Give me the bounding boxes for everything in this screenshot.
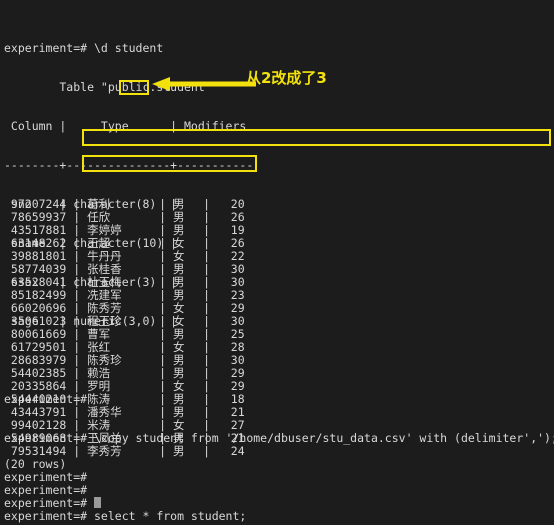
cell-sno: 97207244 | bbox=[4, 197, 88, 211]
cell-sage: | 19 bbox=[203, 223, 245, 237]
table-row: 79531494 | 李秀芳 | 男 | 24 bbox=[4, 445, 554, 458]
cell-sno: 66020696 | bbox=[4, 301, 88, 315]
terminal-line-describe-command: experiment=# \d student bbox=[4, 41, 164, 55]
cell-sno: 54402385 | bbox=[4, 366, 88, 380]
cell-sage: | 24 bbox=[203, 444, 245, 458]
cell-sno: 43517881 | bbox=[4, 223, 88, 237]
cell-sage: | 21 bbox=[203, 405, 245, 419]
terminal-line-schema-header: Column | Type | Modifiers bbox=[4, 119, 254, 133]
cell-sage: | 18 bbox=[203, 392, 245, 406]
cell-sage: | 30 bbox=[203, 275, 245, 289]
cell-sno: 61729501 | bbox=[4, 340, 88, 354]
cell-sage: | 26 bbox=[203, 210, 245, 224]
cell-sno: 63148262 | bbox=[4, 236, 88, 250]
terminal-prompt-active[interactable]: experiment=# bbox=[4, 497, 554, 510]
cell-sage: | 29 bbox=[203, 301, 245, 315]
cell-sno: 43443791 | bbox=[4, 405, 88, 419]
cell-sname: 李秀芳 bbox=[87, 444, 122, 458]
cell-sage: | 23 bbox=[203, 288, 245, 302]
cell-sage: | 30 bbox=[203, 314, 245, 328]
cell-sage: | 26 bbox=[203, 236, 245, 250]
cell-sno: 35061023 | bbox=[4, 314, 88, 328]
cell-sno: 58774039 | bbox=[4, 262, 88, 276]
annotation-arrow-icon bbox=[152, 77, 256, 91]
result-rows-area: 97207244 | 葛利 | 男 | 20 78659937 | 任欣 | 男 | 2… bbox=[4, 198, 554, 510]
annotation-label: 从2改成了3 bbox=[246, 69, 327, 87]
cell-sage: | 21 bbox=[203, 431, 245, 445]
cell-sno: 39881801 | bbox=[4, 249, 88, 263]
cell-sage: | 25 bbox=[203, 327, 245, 341]
cell-sage: | 22 bbox=[203, 249, 245, 263]
cell-sno: 78659937 | bbox=[4, 210, 88, 224]
cell-sno: 54440210 | bbox=[4, 392, 88, 406]
text-cursor bbox=[94, 497, 102, 508]
cell-sage: | 30 bbox=[203, 262, 245, 276]
result-row-count: (20 rows) bbox=[4, 457, 67, 471]
cell-sno: 20335864 | bbox=[4, 379, 88, 393]
cell-sage: | 29 bbox=[203, 379, 245, 393]
cell-sno: 79531494 | bbox=[4, 444, 88, 458]
cell-sno: 28683979 | bbox=[4, 353, 88, 367]
terminal-line-select-command: experiment=# select * from student; bbox=[4, 509, 247, 523]
cell-sage: | 20 bbox=[203, 197, 245, 211]
cell-sage: | 29 bbox=[203, 366, 245, 380]
terminal-window[interactable]: experiment=# \d student Table "public.st… bbox=[0, 0, 554, 525]
cell-sno: 85182499 | bbox=[4, 288, 88, 302]
cell-sno: 63528041 | bbox=[4, 275, 88, 289]
cell-sno: 99402128 | bbox=[4, 418, 88, 432]
cell-sage: | 28 bbox=[203, 340, 245, 354]
cell-sage: | 30 bbox=[203, 353, 245, 367]
cell-ssex: | 男 bbox=[159, 444, 185, 458]
cell-sage: | 27 bbox=[203, 418, 245, 432]
terminal-line-schema-divider: --------+---------------+----------- bbox=[4, 158, 254, 172]
cell-sno: 80061669 | bbox=[4, 327, 88, 341]
cell-sno: 54989068 | bbox=[4, 431, 88, 445]
